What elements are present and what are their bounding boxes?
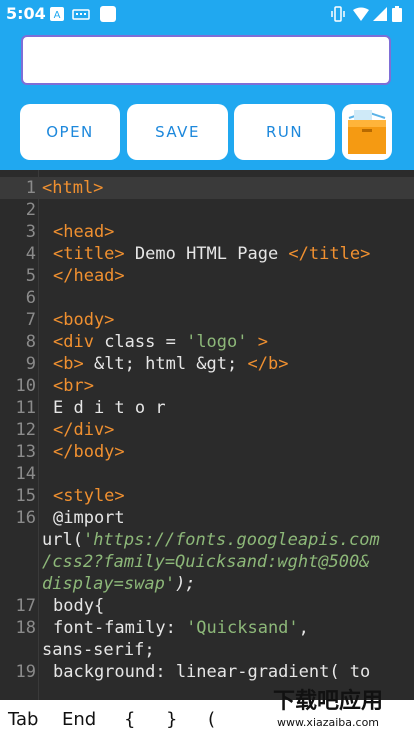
code-token: <style> — [53, 486, 125, 506]
code-token: </body> — [53, 442, 125, 462]
line-number: 4 — [25, 244, 36, 264]
status-time: 5:04 — [6, 4, 46, 23]
code-line: <b> &lt; html &gt; </b> — [53, 354, 288, 374]
folder-button[interactable] — [342, 104, 392, 160]
line-number: 9 — [25, 354, 36, 374]
code-token: E d i t o r — [53, 398, 166, 418]
vibrate-icon — [331, 6, 345, 22]
line-number: 5 — [25, 266, 36, 286]
code-line: E d i t o r — [53, 398, 166, 418]
code-line: /css2?family=Quicksand:wght@500& — [42, 552, 370, 572]
code-token: class = — [93, 332, 187, 352]
code-token: sans-serif; — [42, 640, 155, 660]
code-line: background: linear-gradient( to — [53, 662, 370, 682]
close-brace-key[interactable]: } — [166, 709, 177, 730]
code-token: </title> — [288, 244, 371, 264]
code-token: <title> — [53, 244, 125, 264]
run-button[interactable]: RUN — [234, 104, 335, 160]
code-token: body{ — [53, 596, 105, 616]
line-number: 19 — [15, 662, 36, 682]
code-token: font-family: — [53, 618, 187, 638]
tab-key[interactable]: Tab — [8, 709, 38, 730]
notification-a-icon: A — [50, 7, 64, 21]
code-line: sans-serif; — [42, 640, 155, 660]
line-number: 8 — [25, 332, 36, 352]
line-number: 12 — [15, 420, 36, 440]
code-token: </b> — [247, 354, 289, 374]
code-editor[interactable]: 1 2 3 4 5 6 7 8 9 10 11 12 13 14 15 16 1… — [0, 170, 414, 700]
code-token: <body> — [53, 310, 115, 330]
code-token: /css2?family=Quicksand:wght@500& — [42, 552, 370, 572]
code-line: <style> — [53, 486, 125, 506]
code-token: <br> — [53, 376, 94, 396]
code-line: body{ — [53, 596, 104, 616]
line-number: 10 — [15, 376, 36, 396]
line-number: 15 — [15, 486, 36, 506]
code-token: display=swap' — [42, 574, 176, 594]
code-token: > — [247, 332, 268, 352]
code-line: <head> — [53, 222, 114, 242]
code-token: <b> — [53, 354, 84, 374]
code-line: <br> — [53, 376, 94, 396]
status-bar: 5:04 A — [0, 0, 414, 28]
url-input[interactable] — [21, 35, 391, 85]
code-token: , — [298, 618, 309, 638]
code-token: url( — [42, 530, 83, 550]
code-token: <head> — [53, 222, 115, 242]
open-paren-key[interactable]: ( — [208, 709, 215, 730]
code-line: <body> — [53, 310, 114, 330]
folder-icon — [348, 110, 386, 154]
code-line: font-family: 'Quicksand', — [53, 618, 309, 638]
line-number: 16 — [15, 508, 36, 528]
app-notification-icon — [100, 6, 116, 22]
svg-text:A: A — [54, 10, 61, 21]
wifi-icon — [353, 7, 369, 21]
line-number: 18 — [15, 618, 36, 638]
code-token: Demo HTML Page — [124, 244, 289, 264]
code-line: <html> — [42, 178, 103, 198]
open-button[interactable]: OPEN — [20, 104, 120, 160]
svg-text:www.xiazaiba.com: www.xiazaiba.com — [277, 716, 379, 729]
open-brace-key[interactable]: { — [124, 709, 135, 730]
save-button[interactable]: SAVE — [127, 104, 228, 160]
line-number: 7 — [25, 310, 36, 330]
gutter-divider — [38, 170, 39, 700]
keyboard-icon — [72, 9, 90, 20]
watermark-logo: 下载吧应用 www.xiazaiba.com — [273, 688, 383, 729]
code-token: 'logo' — [186, 332, 248, 352]
battery-icon — [392, 6, 402, 22]
line-number: 3 — [25, 222, 36, 242]
svg-text:下载吧应用: 下载吧应用 — [273, 688, 383, 714]
end-key[interactable]: End — [62, 709, 96, 730]
code-line: <div class = 'logo' > — [53, 332, 268, 352]
line-number: 13 — [15, 442, 36, 462]
line-number: 17 — [15, 596, 36, 616]
code-token: <html> — [42, 178, 104, 198]
line-number: 11 — [15, 398, 36, 418]
code-token: @import — [53, 508, 125, 528]
code-token: &lt; html &gt; — [83, 354, 248, 374]
code-token: 'https://fonts.googleapis.com — [82, 530, 380, 550]
code-token: </div> — [53, 420, 115, 440]
code-token: background: linear-gradient( to — [53, 662, 371, 682]
code-token: 'Quicksand' — [186, 618, 299, 638]
line-number: 2 — [25, 200, 36, 220]
code-line: </div> — [53, 420, 114, 440]
code-line: <title> Demo HTML Page </title> — [53, 244, 370, 264]
code-token: <div — [53, 332, 94, 352]
code-line: </body> — [53, 442, 125, 462]
code-line: </head> — [53, 266, 125, 286]
code-line: @import — [53, 508, 125, 528]
code-line: url('https://fonts.googleapis.com — [42, 530, 380, 550]
code-token: ); — [175, 574, 196, 594]
top-toolbar: 5:04 A OPEN SAVE RUN — [0, 0, 414, 170]
code-line: display=swap'); — [42, 574, 196, 594]
line-number: 1 — [25, 178, 36, 198]
line-number: 6 — [25, 288, 36, 308]
code-token: </head> — [53, 266, 125, 286]
cell-signal-icon — [373, 7, 387, 21]
line-number: 14 — [15, 464, 36, 484]
